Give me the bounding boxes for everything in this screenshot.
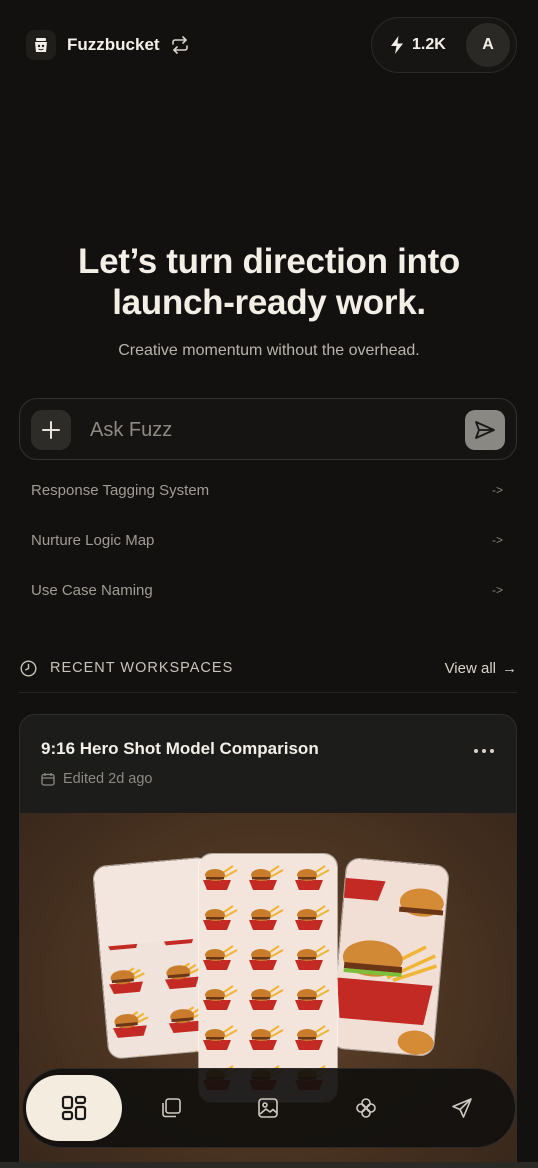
send-icon — [475, 421, 495, 439]
copy-icon — [162, 1098, 181, 1118]
preview-panel-center — [198, 853, 338, 1103]
suggestion-label: Response Tagging System — [31, 481, 210, 499]
calendar-icon — [41, 773, 55, 786]
credits-count: 1.2K — [412, 36, 446, 53]
workspace-meta: Edited 2d ago — [41, 771, 153, 787]
ask-input[interactable] — [90, 413, 460, 447]
suggestion-label: Nurture Logic Map — [31, 531, 155, 549]
workspace-switcher[interactable]: Fuzzbucket — [26, 30, 190, 60]
suggestion-arrow: -> — [491, 483, 503, 497]
suggestion-item[interactable]: Use Case Naming -> — [31, 579, 505, 601]
avatar[interactable]: A — [466, 23, 510, 67]
headline-line-2: launch-ready work. — [112, 283, 426, 322]
nav-home[interactable] — [26, 1075, 122, 1141]
clover-icon — [356, 1098, 376, 1118]
nav-send[interactable] — [438, 1075, 486, 1141]
switch-workspace-icon[interactable] — [170, 36, 190, 54]
suggestion-label: Use Case Naming — [31, 581, 153, 599]
brand-logo-icon — [26, 30, 56, 60]
image-icon — [258, 1098, 278, 1118]
lightning-icon — [391, 36, 403, 54]
clock-icon — [20, 659, 37, 677]
account-pill: 1.2K A — [371, 17, 517, 73]
suggestion-item[interactable]: Nurture Logic Map -> — [31, 529, 505, 551]
recent-workspaces-header: RECENT WORKSPACES View all → — [20, 657, 517, 679]
headline-line-1: Let’s turn direction into — [77, 242, 461, 281]
attach-button[interactable] — [31, 410, 71, 450]
more-options-icon[interactable] — [474, 745, 494, 757]
edited-time: Edited 2d ago — [63, 771, 153, 787]
divider — [19, 692, 517, 693]
page-subheadline: Creative momentum without the overhead. — [118, 342, 420, 359]
ask-composer — [19, 398, 517, 460]
view-all-label: View all — [444, 659, 496, 677]
section-title: RECENT WORKSPACES — [50, 660, 234, 676]
bottom-navigation — [22, 1068, 516, 1148]
send-icon — [452, 1098, 472, 1118]
app-screen: Fuzzbucket 1.2K A Let’s turn direction i… — [0, 0, 538, 1168]
suggestion-arrow: -> — [491, 583, 503, 597]
workspace-name: Fuzzbucket — [67, 35, 160, 54]
home-indicator-bar — [0, 1162, 538, 1168]
suggestion-arrow: -> — [491, 533, 503, 547]
view-all-link[interactable]: View all → — [445, 660, 517, 677]
grid-icon — [61, 1095, 87, 1121]
suggestion-item[interactable]: Response Tagging System -> — [31, 479, 505, 501]
credits-button[interactable]: 1.2K — [390, 36, 446, 54]
nav-copy[interactable] — [147, 1075, 195, 1141]
workspace-title: 9:16 Hero Shot Model Comparison — [41, 739, 319, 758]
nav-brand[interactable] — [342, 1075, 390, 1141]
arrow-right-icon: → — [502, 659, 517, 677]
plus-icon — [42, 421, 60, 439]
nav-images[interactable] — [244, 1075, 292, 1141]
page-headline: Let’s turn direction into launch-ready w… — [0, 241, 538, 323]
preview-panel-right — [329, 856, 451, 1058]
send-button[interactable] — [465, 410, 505, 450]
